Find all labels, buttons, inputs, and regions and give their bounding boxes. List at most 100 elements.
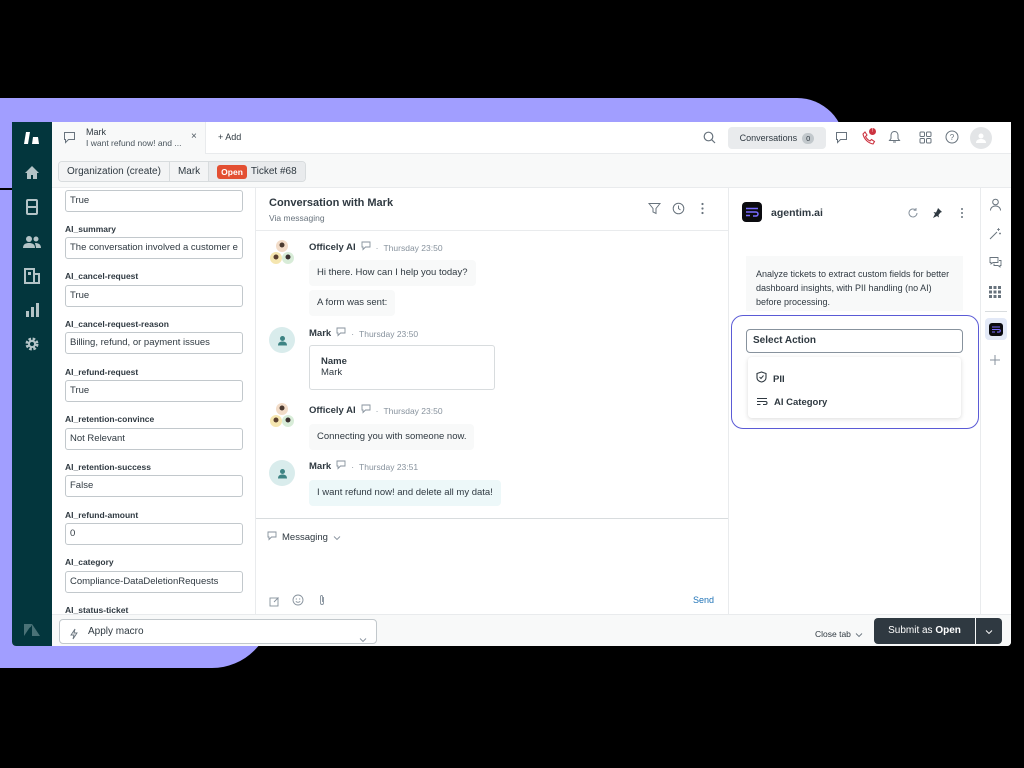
conversations-label: Conversations	[739, 133, 798, 143]
select-action-dropdown[interactable]: Select Action	[746, 329, 963, 353]
wrap-lines-icon	[756, 393, 768, 411]
bot-avatar-group	[269, 240, 295, 266]
add-app-icon[interactable]	[989, 353, 1004, 368]
message-author: Officely AI · Thursday 23:50	[309, 241, 443, 254]
channel-label: Messaging	[282, 531, 328, 543]
zendesk-logo-icon[interactable]	[22, 129, 42, 149]
field-input-ai-retention-convince[interactable]: Not Relevant	[65, 428, 243, 450]
field-label: AI_cancel-request-reason	[65, 319, 169, 329]
emoji-icon[interactable]	[292, 593, 304, 611]
products-grid-icon[interactable]	[919, 131, 932, 149]
rail-divider	[985, 311, 1007, 312]
separator-dot: ·	[375, 242, 379, 253]
separator-dot: ·	[351, 328, 355, 339]
customers-icon[interactable]	[22, 232, 42, 252]
message-time: Thursday 23:50	[359, 328, 419, 339]
filter-icon[interactable]	[647, 202, 662, 216]
message-time: Thursday 23:50	[383, 405, 443, 416]
messaging-channel-icon	[336, 327, 346, 340]
phone-icon[interactable]: !	[862, 128, 878, 145]
app-description: Analyze tickets to extract custom fields…	[746, 256, 963, 311]
channel-selector[interactable]: Messaging	[267, 528, 341, 546]
conversation-title: Conversation with Mark	[269, 197, 394, 209]
option-ai-category[interactable]: AI Category	[756, 393, 827, 411]
field-input-ai-summary[interactable]: The conversation involved a customer e	[65, 237, 243, 259]
chat-bubble-icon	[63, 131, 76, 149]
add-tab-button[interactable]: + Add	[218, 132, 241, 142]
field-label: AI_category	[65, 557, 114, 567]
submit-status: Open	[935, 625, 961, 636]
notifications-bell-icon[interactable]	[888, 130, 901, 149]
message-bubble-customer: I want refund now! and delete all my dat…	[309, 480, 501, 506]
help-icon[interactable]: ?	[945, 130, 959, 149]
breadcrumb-user[interactable]: Mark	[169, 162, 210, 181]
messaging-channel-icon	[361, 404, 371, 417]
ticket-tab[interactable]: Mark I want refund now! and ... ×	[52, 122, 206, 154]
option-pii[interactable]: PII	[756, 370, 785, 388]
send-button[interactable]: Send	[693, 595, 714, 605]
close-tab-dropdown[interactable]: Close tab	[815, 625, 863, 643]
option-label: PII	[773, 373, 785, 385]
submit-options-button[interactable]	[976, 618, 1002, 644]
attachment-icon[interactable]	[318, 593, 326, 611]
settings-gear-icon[interactable]	[22, 334, 42, 354]
submit-button[interactable]: Submit as Open	[874, 618, 975, 644]
more-options-icon[interactable]	[956, 206, 968, 224]
ticket-fields-panel: True AI_summary The conversation involve…	[52, 188, 256, 614]
field-input[interactable]: True	[65, 190, 243, 212]
messaging-channel-icon	[361, 241, 371, 254]
app-name: agentim.ai	[771, 207, 823, 219]
agentim-logo-icon	[989, 322, 1003, 336]
field-label: AI_retention-success	[65, 462, 151, 472]
home-icon[interactable]	[22, 163, 42, 183]
app-window: Mark I want refund now! and ... × + Add …	[12, 122, 1011, 646]
messaging-channel-icon	[336, 460, 346, 473]
ticket-number: Ticket #68	[250, 166, 297, 177]
zendesk-z-logo-icon	[22, 620, 42, 640]
field-input-ai-refund-amount[interactable]: 0	[65, 523, 243, 545]
chevron-down-icon	[985, 622, 993, 640]
message-time: Thursday 23:51	[359, 461, 419, 472]
more-options-icon[interactable]	[696, 202, 710, 216]
action-options-menu: PII AI Category	[748, 357, 961, 418]
conversation-header: Conversation with Mark Via messaging	[256, 188, 728, 231]
apps-panel: agentim.ai Analyze tickets to extract cu…	[728, 188, 980, 614]
magic-wand-icon[interactable]	[989, 227, 1004, 242]
refresh-icon[interactable]	[907, 206, 919, 224]
conversations-rail-icon[interactable]	[989, 256, 1004, 271]
agentim-app-rail-button[interactable]	[985, 318, 1007, 340]
pin-icon[interactable]	[931, 206, 943, 224]
bot-avatar-group	[269, 403, 295, 429]
views-icon[interactable]	[22, 197, 42, 217]
chat-icon[interactable]	[835, 131, 848, 149]
conversations-button[interactable]: Conversations 0	[728, 127, 826, 149]
reporting-icon[interactable]	[22, 300, 42, 320]
history-icon[interactable]	[672, 202, 686, 216]
apps-grid-icon[interactable]	[989, 285, 1004, 300]
user-avatar[interactable]	[970, 127, 992, 149]
message-time: Thursday 23:50	[383, 242, 443, 253]
compose-note-icon[interactable]	[269, 594, 280, 612]
field-input-ai-cancel-request[interactable]: True	[65, 285, 243, 307]
field-label: AI_cancel-request	[65, 271, 139, 281]
close-tab-icon[interactable]: ×	[191, 131, 197, 142]
field-input-ai-retention-success[interactable]: False	[65, 475, 243, 497]
field-input-ai-category[interactable]: Compliance-DataDeletionRequests	[65, 571, 243, 593]
breadcrumb-organization[interactable]: Organization (create)	[59, 162, 170, 181]
message-bubble: Connecting you with someone now.	[309, 424, 475, 450]
field-label: AI_retention-convince	[65, 414, 155, 424]
field-input-ai-cancel-request-reason[interactable]: Billing, refund, or payment issues	[65, 332, 243, 354]
search-icon[interactable]	[703, 131, 716, 149]
breadcrumb-ticket[interactable]: Open Ticket #68	[209, 162, 305, 181]
author-name: Officely AI	[309, 405, 356, 416]
context-rail	[980, 188, 1011, 614]
reply-composer[interactable]: Messaging Send	[256, 518, 728, 614]
chat-bubble-icon	[267, 528, 277, 546]
message-bubble: A form was sent:	[309, 290, 396, 316]
organizations-icon[interactable]	[22, 266, 42, 286]
apply-macro-dropdown[interactable]: Apply macro	[59, 619, 377, 644]
field-input-ai-refund-request[interactable]: True	[65, 380, 243, 402]
author-name: Mark	[309, 461, 332, 472]
author-name: Mark	[309, 328, 332, 339]
customer-context-icon[interactable]	[989, 198, 1004, 213]
